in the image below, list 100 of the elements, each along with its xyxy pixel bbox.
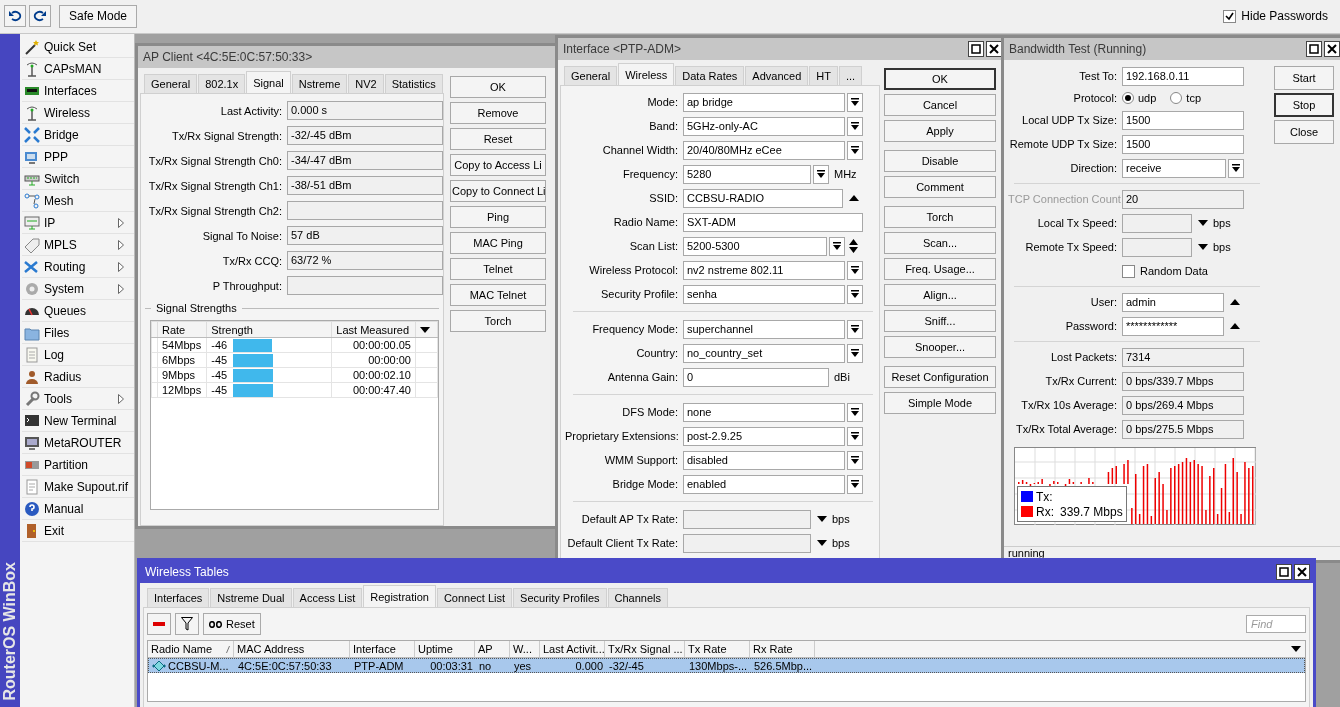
column-header[interactable]: Tx/Rx Signal ... [605, 641, 685, 658]
table-row[interactable]: CCBSU-M... 4C:5E:0C:57:50:33 PTP-ADM 00:03:31 no yes 0.000 -32/-45 130Mbps-... 526.5Mbp... [148, 658, 1305, 673]
tab[interactable]: General [564, 66, 618, 85]
filter-button[interactable] [175, 613, 199, 635]
button[interactable]: Cancel [884, 94, 996, 116]
button[interactable]: Freq. Usage... [884, 258, 996, 280]
menu-item[interactable]: Files [22, 322, 134, 344]
menu-item[interactable]: Partition [22, 454, 134, 476]
input-field[interactable]: 0 [683, 367, 829, 387]
input-field[interactable]: ************ [1122, 316, 1224, 336]
column-header[interactable]: Last Measured [331, 321, 416, 338]
button[interactable]: Sniff... [884, 310, 996, 332]
menu-item[interactable]: System [22, 278, 134, 300]
dropdown-arrow-icon[interactable] [1198, 244, 1208, 250]
input-field[interactable]: ap bridge [683, 92, 845, 112]
input-field[interactable]: disabled [683, 450, 845, 470]
input-field[interactable]: 192.168.0.11 [1122, 66, 1244, 86]
menu-item[interactable]: Interfaces [22, 80, 134, 102]
reset-button[interactable]: Reset [203, 613, 261, 635]
safe-mode-button[interactable]: Safe Mode [59, 4, 138, 28]
checkbox[interactable] [1223, 9, 1237, 23]
dropdown-button[interactable] [847, 140, 863, 160]
button[interactable]: Apply [884, 120, 996, 142]
input-field[interactable]: senha [683, 284, 845, 304]
button[interactable]: Close [1274, 120, 1334, 144]
tab[interactable]: Data Rates [675, 66, 745, 85]
dropdown-arrow-icon[interactable] [1291, 646, 1301, 652]
dropdown-arrow-icon[interactable] [817, 516, 827, 522]
button[interactable]: Torch [450, 310, 546, 332]
menu-item[interactable]: Exit [22, 520, 134, 542]
button[interactable]: MAC Telnet [450, 284, 546, 306]
button[interactable]: Ping [450, 206, 546, 228]
undo-button[interactable] [4, 5, 26, 27]
menu-item[interactable]: Bridge [22, 124, 134, 146]
menu-item[interactable]: Switch [22, 168, 134, 190]
column-header[interactable]: Uptime [415, 641, 475, 658]
menu-item[interactable]: Queues [22, 300, 134, 322]
dropdown-button[interactable] [847, 116, 863, 136]
input-field[interactable]: 5GHz-only-AC [683, 116, 845, 136]
button[interactable]: Reset [450, 128, 546, 150]
menu-item[interactable]: Routing [22, 256, 134, 278]
remove-button[interactable] [147, 613, 171, 635]
button[interactable]: Reset Configuration [884, 366, 996, 388]
collapse-arrow-icon[interactable] [1230, 299, 1240, 305]
tab[interactable]: Wireless [618, 63, 675, 85]
column-header[interactable]: Interface [350, 641, 415, 658]
button[interactable]: Copy to Access Li [450, 154, 546, 176]
input-field[interactable]: receive [1122, 158, 1226, 178]
dropdown-button[interactable] [829, 236, 845, 256]
button[interactable]: Disable [884, 150, 996, 172]
dropdown-button[interactable] [1228, 158, 1244, 178]
tab[interactable]: Access List [292, 588, 363, 607]
find-field[interactable]: Find [1246, 615, 1306, 633]
column-header[interactable]: MAC Address [234, 641, 350, 658]
maximize-button[interactable] [1276, 564, 1292, 580]
radio-button[interactable] [1170, 92, 1183, 104]
input-field[interactable]: 20/40/80MHz eCee [683, 140, 845, 160]
input-field[interactable]: 1500 [1122, 134, 1244, 154]
button[interactable]: Stop [1274, 93, 1334, 117]
column-header[interactable]: Radio Name [148, 641, 234, 658]
column-header[interactable]: W... [510, 641, 540, 658]
tab[interactable]: Security Profiles [513, 588, 607, 607]
input-field[interactable]: 1500 [1122, 110, 1244, 130]
close-button[interactable] [1294, 564, 1310, 580]
collapse-arrow-icon[interactable] [849, 195, 859, 201]
dropdown-arrow-icon[interactable] [1198, 220, 1208, 226]
input-field[interactable]: nv2 nstreme 802.11 [683, 260, 845, 280]
menu-item[interactable]: New Terminal [22, 410, 134, 432]
tab[interactable]: Registration [363, 585, 436, 607]
input-field[interactable]: post-2.9.25 [683, 426, 845, 446]
collapse-arrow-icon[interactable] [1230, 323, 1240, 329]
button[interactable]: Copy to Connect Li [450, 180, 546, 202]
menu-item[interactable]: Mesh [22, 190, 134, 212]
button[interactable]: OK [450, 76, 546, 98]
button[interactable]: Telnet [450, 258, 546, 280]
maximize-button[interactable] [1306, 41, 1322, 57]
maximize-button[interactable] [968, 41, 984, 57]
button[interactable]: MAC Ping [450, 232, 546, 254]
tab[interactable]: Nstreme Dual [210, 588, 292, 607]
menu-item[interactable]: Radius [22, 366, 134, 388]
dropdown-button[interactable] [847, 450, 863, 470]
menu-item[interactable]: MetaROUTER [22, 432, 134, 454]
tab[interactable]: HT [809, 66, 838, 85]
close-button[interactable] [1324, 41, 1340, 57]
dropdown-button[interactable] [847, 343, 863, 363]
button[interactable]: Comment [884, 176, 996, 198]
column-header[interactable]: Strength [206, 321, 332, 338]
input-field[interactable]: 5280 [683, 164, 811, 184]
dropdown-button[interactable] [847, 474, 863, 494]
dropdown-arrow-icon[interactable] [420, 326, 430, 333]
menu-item[interactable]: Make Supout.rif [22, 476, 134, 498]
menu-item[interactable]: PPP [22, 146, 134, 168]
tab[interactable]: Channels [607, 588, 669, 607]
tab[interactable]: Nstreme [291, 74, 348, 93]
menu-item[interactable]: CAPsMAN [22, 58, 134, 80]
close-button[interactable] [986, 41, 1002, 57]
tab[interactable]: Connect List [436, 588, 513, 607]
input-field[interactable]: no_country_set [683, 343, 845, 363]
button[interactable]: Torch [884, 206, 996, 228]
button[interactable]: Align... [884, 284, 996, 306]
